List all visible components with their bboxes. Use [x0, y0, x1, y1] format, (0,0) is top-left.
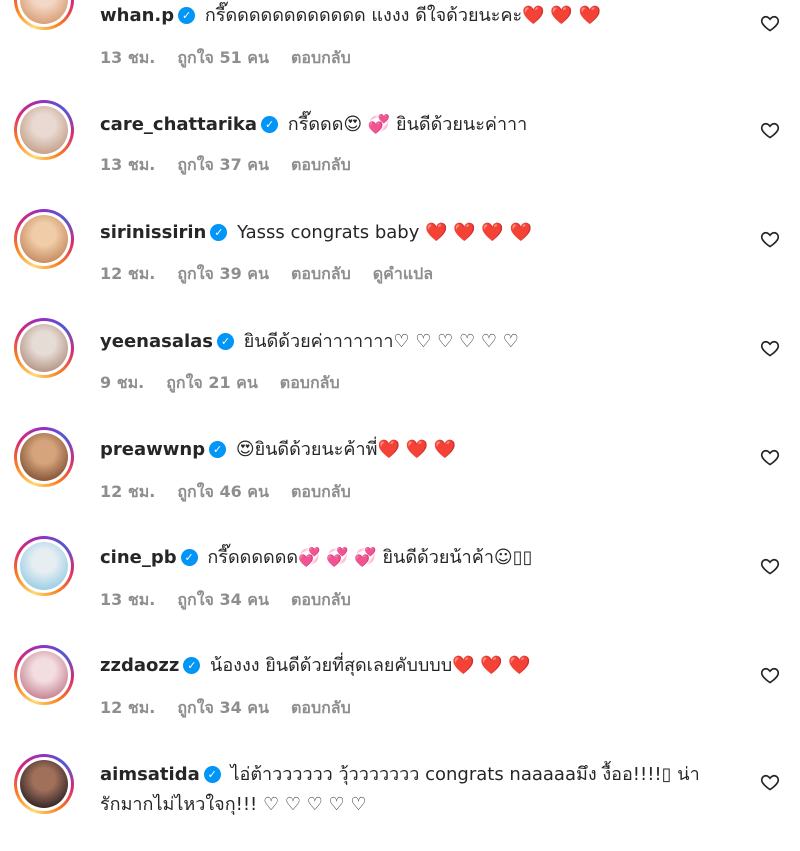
avatar[interactable] [14, 100, 74, 160]
heart-outline-icon[interactable] [760, 13, 780, 33]
avatar[interactable] [14, 318, 74, 378]
comment-text: ยินดีด้วยค่าาาาาาา♡ ♡ ♡ ♡ ♡ ♡ [243, 331, 519, 352]
heart-outline-icon[interactable] [760, 447, 780, 467]
verified-badge-icon: ✓ [180, 549, 198, 566]
translate-button[interactable]: ดูคำแปล [373, 264, 433, 283]
verified-badge-icon: ✓ [261, 116, 279, 133]
comment-username[interactable]: aimsatida [100, 764, 200, 785]
heart-outline-icon[interactable] [760, 229, 780, 249]
avatar[interactable] [14, 754, 74, 814]
reply-button[interactable]: ตอบกลับ [291, 264, 351, 283]
avatar[interactable] [14, 536, 74, 596]
comment-time[interactable]: 12 ชม. [100, 482, 155, 501]
verified-badge-icon: ✓ [203, 766, 221, 783]
avatar[interactable] [14, 645, 74, 705]
comment-text: กรี๊ดดด😍 💞 ยินดีด้วยนะค่าาา [287, 114, 528, 135]
reply-button[interactable]: ตอบกลับ [280, 373, 340, 392]
comment-likes[interactable]: ถูกใจ 21 คน [166, 373, 258, 392]
avatar[interactable] [14, 0, 74, 30]
heart-outline-icon[interactable] [760, 665, 780, 685]
comment-likes[interactable]: ถูกใจ 34 คน [177, 698, 269, 717]
comment-likes[interactable]: ถูกใจ 37 คน [177, 155, 269, 174]
comment-username[interactable]: whan.p [100, 5, 174, 26]
comment-likes[interactable]: ถูกใจ 46 คน [177, 482, 269, 501]
comment-time[interactable]: 13 ชม. [100, 155, 155, 174]
comment-username[interactable]: sirinissirin [100, 222, 206, 243]
verified-badge-icon: ✓ [210, 224, 228, 241]
comment-likes[interactable]: ถูกใจ 34 คน [177, 590, 269, 609]
heart-outline-icon[interactable] [760, 556, 780, 576]
comment-time[interactable]: 12 ชม. [100, 264, 155, 283]
verified-badge-icon: ✓ [209, 441, 227, 458]
comment-username[interactable]: preawwnp [100, 439, 205, 460]
avatar[interactable] [14, 209, 74, 269]
verified-badge-icon: ✓ [178, 7, 196, 24]
heart-outline-icon[interactable] [760, 338, 780, 358]
comment-likes[interactable]: ถูกใจ 39 คน [177, 264, 269, 283]
verified-badge-icon: ✓ [217, 333, 235, 350]
comment-username[interactable]: care_chattarika [100, 114, 257, 135]
reply-button[interactable]: ตอบกลับ [291, 155, 351, 174]
reply-button[interactable]: ตอบกลับ [291, 48, 351, 67]
comment-text: 😍ยินดีด้วยนะค้าพี่❤️ ❤️ ❤️ [235, 439, 457, 460]
reply-button[interactable]: ตอบกลับ [291, 482, 351, 501]
heart-outline-icon[interactable] [760, 772, 780, 792]
reply-button[interactable]: ตอบกลับ [291, 590, 351, 609]
avatar[interactable] [14, 427, 74, 487]
comment-username[interactable]: cine_pb [100, 547, 177, 568]
comment-text: กรี๊ดดดดดดดดดดดด แงงง ดีใจด้วยนะคะ❤️ ❤️ … [204, 5, 601, 26]
reply-button[interactable]: ตอบกลับ [291, 698, 351, 717]
comment-time[interactable]: 13 ชม. [100, 48, 155, 67]
heart-outline-icon[interactable] [760, 120, 780, 140]
comment-text: น้องงง ยินดีด้วยที่สุดเลยคับบบบ❤️ ❤️ ❤️ [210, 655, 531, 676]
comment-time[interactable]: 12 ชม. [100, 698, 155, 717]
verified-badge-icon: ✓ [183, 657, 201, 674]
comment-time[interactable]: 13 ชม. [100, 590, 155, 609]
comment-likes[interactable]: ถูกใจ 51 คน [177, 48, 269, 67]
comment-time[interactable]: 9 ชม. [100, 373, 144, 392]
comment-username[interactable]: zzdaozz [100, 655, 179, 676]
comment-text: Yasss congrats baby ❤️ ❤️ ❤️ ❤️ [237, 222, 532, 243]
comment-text: กรี๊ดดดดดด💞 💞 💞 ยินดีด้วยน้าค้า☺︎▯▯ [207, 547, 533, 568]
comment-username[interactable]: yeenasalas [100, 331, 213, 352]
